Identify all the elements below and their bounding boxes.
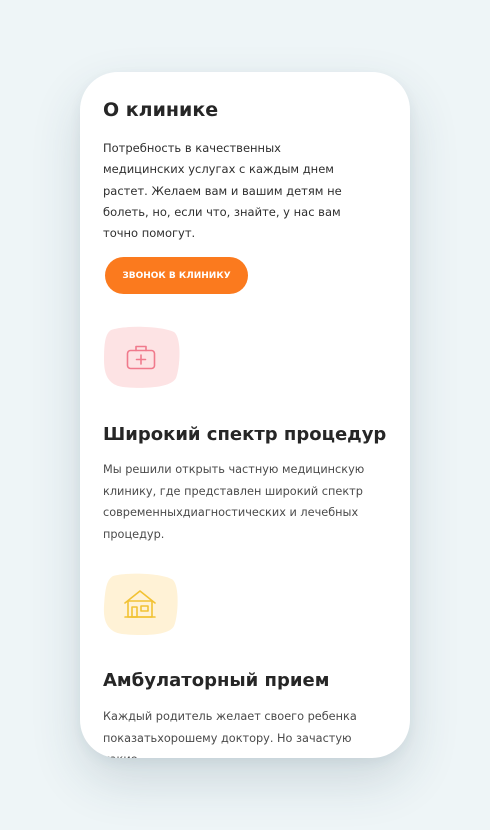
phone-frame: О клинике Потребность в качественных мед… [80, 72, 410, 758]
call-clinic-button[interactable]: ЗВОНОК В КЛИНИКУ [105, 257, 248, 294]
feature-title-procedures: Широкий спектр процедур [103, 424, 387, 445]
feature-text-procedures: Мы решили открыть частную медицинскую кл… [103, 463, 365, 541]
feature-title-outpatient: Амбулаторный прием [103, 670, 330, 691]
medical-kit-icon [103, 326, 181, 390]
house-icon [103, 573, 181, 637]
about-description: Потребность в качественных медицинских у… [103, 141, 342, 241]
feature-text-outpatient: Каждый родитель желает своего ребенка по… [103, 710, 357, 758]
page-title: О клинике [103, 99, 219, 121]
